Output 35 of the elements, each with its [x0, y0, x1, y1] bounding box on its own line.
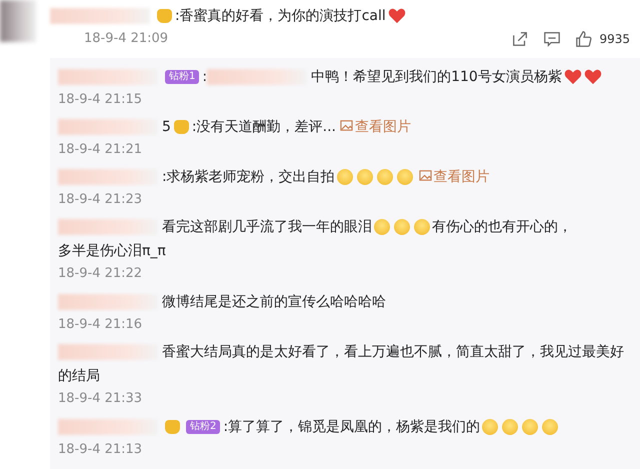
reply-time: 18-9-4 21:21 [58, 141, 144, 159]
heart-icon [564, 69, 582, 85]
comment-text: :算了算了，锦觅是凤凰的，杨紫是我们的 [223, 418, 480, 437]
reply-time: 18-9-4 21:13 [58, 441, 144, 459]
like-count: 9935 [599, 32, 630, 46]
reply-time: 18-9-4 21:22 [58, 265, 144, 283]
comment-text: 香蜜大结局真的是太好看了，看上万遍也不腻，简直太甜了，我见过最美好 [162, 343, 624, 362]
heart-icon [584, 69, 602, 85]
image-icon [418, 169, 432, 182]
reply-time: 18-9-4 21:23 [58, 191, 144, 209]
heart-icon [388, 8, 406, 24]
avatar [0, 0, 36, 42]
view-image-link[interactable]: 查看图片 [340, 115, 411, 139]
reply-time: 18-9-4 21:16 [58, 316, 144, 334]
comment-text: :没有天道酬勤，差评... [192, 118, 336, 137]
comment-text: 微博结尾是还之前的宣传么哈哈哈哈 [162, 293, 386, 312]
comment-text: 中鸭！希望见到我们的110号女演员杨紫 [311, 68, 562, 87]
comment-text: :求杨紫老师宠粉，交出自拍 [162, 168, 335, 187]
fan-badge: 钻粉1 [165, 70, 200, 84]
comment-text: : [202, 68, 208, 87]
reply-time: 18-9-4 21:15 [58, 91, 144, 109]
image-icon [340, 119, 353, 132]
comment-text: 多半是伤心泪π_π [58, 242, 166, 261]
fan-badge: 钻粉2 [186, 420, 220, 434]
comment-text: 5 [162, 118, 171, 137]
comment-time: 18-9-4 21:09 [84, 30, 168, 48]
comment-text: 有伤心的也有开心的， [432, 218, 572, 237]
comment-text: :香蜜真的好看，为你的演技打call [175, 7, 386, 26]
share-icon[interactable] [511, 30, 530, 48]
like-icon[interactable] [575, 30, 594, 48]
comment-icon[interactable] [543, 30, 562, 48]
comment-text: 的结局 [58, 367, 100, 386]
view-image-link[interactable]: 查看图片 [418, 165, 490, 189]
reply-time: 18-9-4 21:33 [58, 390, 144, 408]
comment-text: 看完这部剧几乎流了我一年的眼泪 [162, 218, 372, 237]
